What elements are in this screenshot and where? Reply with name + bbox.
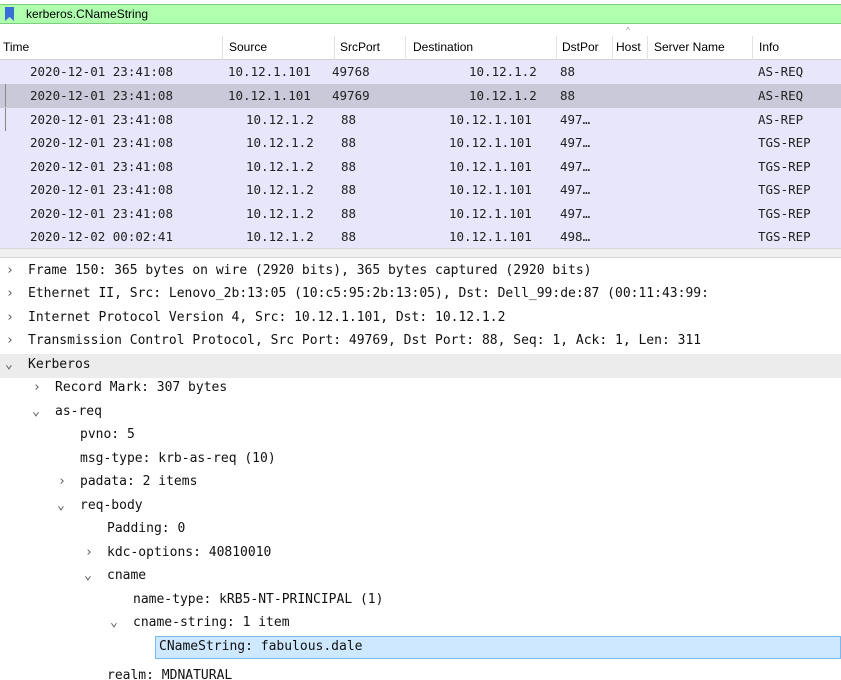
collapse-arrow-icon[interactable]: ⌄	[5, 357, 13, 372]
expand-arrow-icon[interactable]: ›	[6, 333, 14, 348]
column-server-name[interactable]: Server Name	[654, 40, 725, 54]
tree-item-as-req[interactable]: ⌄ as-req	[0, 401, 841, 425]
pane-splitter[interactable]	[0, 248, 841, 258]
tree-item-msg-type[interactable]: msg-type: krb-as-req (10)	[0, 448, 841, 472]
expand-arrow-icon[interactable]: ›	[58, 474, 66, 489]
packet-row[interactable]: 2020-12-01 23:41:08 10.12.1.2 88 10.12.1…	[0, 202, 841, 226]
tree-item-req-body[interactable]: ⌄ req-body	[0, 495, 841, 519]
expand-arrow-icon[interactable]: ›	[85, 545, 93, 560]
collapse-arrow-icon[interactable]: ⌄	[110, 615, 118, 630]
packet-row[interactable]: 2020-12-02 00:02:41 10.12.1.2 88 10.12.1…	[0, 225, 841, 249]
packet-list: 2020-12-01 23:41:08 10.12.1.101 49768 10…	[0, 60, 841, 249]
column-srcport[interactable]: SrcPort	[340, 40, 380, 54]
tree-item-padata[interactable]: › padata: 2 items	[0, 471, 841, 495]
packet-row[interactable]: 2020-12-01 23:41:08 10.12.1.2 88 10.12.1…	[0, 178, 841, 202]
tree-item-cnamestring-selected[interactable]: CNameString: fabulous.dale	[0, 636, 841, 660]
sort-indicator-icon: ^	[626, 26, 630, 35]
tree-item-tcp[interactable]: › Transmission Control Protocol, Src Por…	[0, 330, 841, 354]
display-filter-bar[interactable]: kerberos.CNameString	[0, 4, 841, 24]
collapse-arrow-icon[interactable]: ⌄	[32, 404, 40, 419]
tree-item-name-type[interactable]: name-type: kRB5-NT-PRINCIPAL (1)	[0, 589, 841, 613]
tree-item-padding[interactable]: Padding: 0	[0, 518, 841, 542]
packet-list-header: Time Source SrcPort Destination DstPor H…	[0, 36, 841, 60]
packet-row-selected[interactable]: 2020-12-01 23:41:08 10.12.1.101 49769 10…	[0, 84, 841, 108]
expand-arrow-icon[interactable]: ›	[33, 380, 41, 395]
column-time[interactable]: Time	[3, 40, 29, 54]
collapse-arrow-icon[interactable]: ⌄	[84, 568, 92, 583]
tree-item-ethernet[interactable]: › Ethernet II, Src: Lenovo_2b:13:05 (10:…	[0, 283, 841, 307]
bookmark-icon[interactable]	[5, 7, 14, 21]
related-row-marker	[5, 108, 6, 131]
column-source[interactable]: Source	[229, 40, 267, 54]
tree-item-cname-string[interactable]: ⌄ cname-string: 1 item	[0, 612, 841, 636]
expand-arrow-icon[interactable]: ›	[6, 263, 14, 278]
packet-row[interactable]: 2020-12-01 23:41:08 10.12.1.2 88 10.12.1…	[0, 155, 841, 179]
column-dstport[interactable]: DstPor	[562, 40, 599, 54]
tree-item-kerberos[interactable]: ⌄ Kerberos	[0, 354, 841, 378]
tree-item-pvno[interactable]: pvno: 5	[0, 424, 841, 448]
tree-item-ipv4[interactable]: › Internet Protocol Version 4, Src: 10.1…	[0, 307, 841, 331]
selected-row-marker	[5, 84, 6, 107]
tree-item-record-mark[interactable]: › Record Mark: 307 bytes	[0, 377, 841, 401]
packet-row[interactable]: 2020-12-01 23:41:08 10.12.1.2 88 10.12.1…	[0, 108, 841, 132]
column-host[interactable]: Host	[616, 40, 641, 54]
packet-row[interactable]: 2020-12-01 23:41:08 10.12.1.2 88 10.12.1…	[0, 131, 841, 155]
display-filter-input[interactable]: kerberos.CNameString	[26, 7, 148, 21]
column-destination[interactable]: Destination	[413, 40, 473, 54]
packet-details-tree: › Frame 150: 365 bytes on wire (2920 bit…	[0, 258, 841, 680]
collapse-arrow-icon[interactable]: ⌄	[57, 498, 65, 513]
tree-item-realm[interactable]: realm: MDNATURAL	[0, 668, 841, 680]
tree-item-frame[interactable]: › Frame 150: 365 bytes on wire (2920 bit…	[0, 260, 841, 284]
expand-arrow-icon[interactable]: ›	[6, 286, 14, 301]
expand-arrow-icon[interactable]: ›	[6, 310, 14, 325]
packet-row[interactable]: 2020-12-01 23:41:08 10.12.1.101 49768 10…	[0, 60, 841, 84]
tree-item-cname[interactable]: ⌄ cname	[0, 565, 841, 589]
tree-item-kdc-options[interactable]: › kdc-options: 40810010	[0, 542, 841, 566]
column-info[interactable]: Info	[759, 40, 779, 54]
